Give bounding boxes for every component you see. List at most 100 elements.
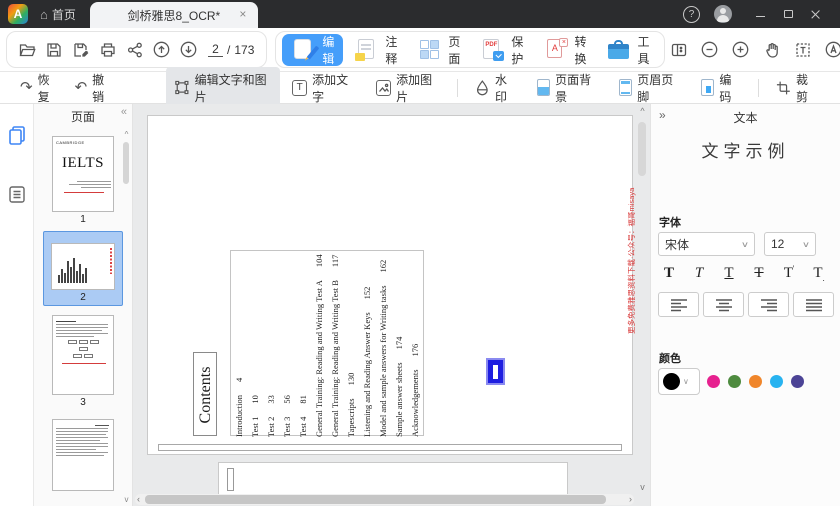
color-swatch[interactable] [791, 375, 804, 388]
color-swatches [707, 368, 804, 395]
header-footer-button[interactable]: 页眉页脚 [611, 67, 689, 109]
add-text-button[interactable]: T 添加文字 [284, 67, 364, 109]
home-icon: ⌂ [40, 6, 48, 22]
maximize-button[interactable] [774, 2, 802, 26]
underline-button[interactable]: T [718, 265, 740, 282]
watermark-button[interactable]: 水印 [467, 67, 525, 109]
page-down-button[interactable] [175, 36, 202, 63]
add-image-button[interactable]: 添加图片 [368, 67, 448, 109]
bates-numbering-button[interactable]: 编码 [693, 67, 749, 109]
save-as-button[interactable] [67, 36, 94, 63]
align-center-button[interactable] [703, 292, 744, 317]
minimize-button[interactable] [746, 2, 774, 26]
color-swatch[interactable] [707, 375, 720, 388]
color-picker[interactable]: ∨ [658, 368, 700, 395]
zoom-in-button[interactable] [727, 36, 754, 63]
vertical-scroll-thumb[interactable] [638, 122, 646, 176]
empty-text-frame[interactable] [158, 444, 622, 451]
thumbnail-scrollbar[interactable]: ^ v [122, 130, 131, 504]
horizontal-scroll-thumb[interactable] [145, 495, 606, 504]
align-justify-button[interactable] [793, 292, 834, 317]
selected-text-object[interactable] [486, 358, 505, 385]
close-window-button[interactable] [802, 2, 830, 26]
collapse-panel-icon[interactable]: « [121, 106, 127, 118]
share-icon[interactable] [121, 36, 148, 63]
pdf-page-2[interactable]: Contents Introduction4 Test 110 Test 233 Te… [147, 115, 636, 455]
ribbon-tab-protect[interactable]: PDF 保护 [471, 34, 532, 66]
page-thumbnail-2-selected[interactable]: 2 [43, 231, 123, 306]
scroll-right-icon[interactable]: › [629, 494, 632, 505]
font-family-select[interactable]: 宋体 ∨ [658, 232, 755, 256]
ribbon-tab-page[interactable]: 页面 [408, 34, 469, 66]
app-logo-icon[interactable]: A [8, 4, 28, 24]
open-file-button[interactable] [13, 36, 40, 63]
contents-title-textbox[interactable]: Contents [193, 352, 217, 436]
thumbnails-panel-header: 页面 « [34, 104, 132, 128]
toc-block-inner: Introduction4 Test 110 Test 233 Test 356 Tes… [231, 251, 425, 437]
color-swatch[interactable] [749, 375, 762, 388]
separator [758, 78, 760, 97]
ribbon-tab-edit[interactable]: 编辑 [282, 33, 344, 66]
ribbon-tab-label: 工具 [637, 34, 650, 66]
align-right-button[interactable] [748, 292, 789, 317]
strikethrough-button[interactable]: T [748, 265, 770, 282]
scroll-up-icon[interactable]: ^ [122, 130, 131, 139]
text-select-tool-icon[interactable] [789, 36, 816, 63]
ribbon-tab-convert[interactable]: A × 转换 [534, 34, 595, 66]
toc-textblock[interactable]: Introduction4 Test 110 Test 233 Test 356 Tes… [230, 250, 425, 437]
format-buttons: T T T T T' T. [658, 264, 830, 283]
toc-entry: Test 356 [282, 395, 292, 437]
vertical-scrollbar[interactable]: ^ v [636, 106, 649, 492]
page-background-button[interactable]: 页面背景 [529, 67, 607, 109]
scroll-up-icon[interactable]: ^ [636, 106, 649, 116]
color-swatch[interactable] [770, 375, 783, 388]
font-size-select[interactable]: 12 ∨ [764, 232, 816, 256]
page-navigator: 2 / 173 [208, 42, 254, 57]
edit-text-image-button[interactable]: 编辑文字和图片 [165, 66, 281, 109]
align-left-button[interactable] [658, 292, 699, 317]
redo-button[interactable]: ↷ 恢复 [12, 68, 67, 108]
pdf-page-3-partial[interactable] [218, 462, 568, 494]
page-thumbnail-4[interactable] [52, 419, 114, 491]
page-up-button[interactable] [148, 36, 175, 63]
italic-button[interactable]: T [688, 265, 710, 282]
page-thumbnail-1[interactable]: CAMBRIDGE IELTS [52, 136, 114, 212]
read-aloud-icon[interactable] [820, 36, 840, 63]
toc-entry: Introduction4 [234, 377, 244, 437]
color-swatch[interactable] [728, 375, 741, 388]
scroll-left-icon[interactable]: ‹ [137, 494, 140, 505]
crop-button[interactable]: 裁剪 [768, 67, 826, 109]
avatar[interactable] [714, 5, 732, 23]
page-thumbnail-2[interactable] [51, 243, 115, 290]
help-button[interactable]: ? [683, 5, 700, 23]
zoom-out-button[interactable] [696, 36, 723, 63]
document-tab[interactable]: 剑桥雅思8_OCR* × [89, 2, 258, 28]
bold-button[interactable]: T [658, 265, 680, 282]
scroll-down-icon[interactable]: v [122, 495, 131, 504]
ribbon-tab-comment[interactable]: 注释 [345, 34, 406, 66]
crop-icon [777, 81, 791, 94]
main-toolbar: 2 / 173 编辑 注释 页面 PDF 保护 A × 转换 工具 [0, 28, 840, 72]
thumbnails-panel-icon[interactable] [6, 124, 28, 151]
panel-toggle-icon[interactable] [665, 36, 692, 63]
scroll-down-icon[interactable]: v [636, 482, 649, 492]
subscript-button[interactable]: T. [808, 265, 830, 283]
font-family-value: 宋体 [665, 237, 690, 252]
hand-tool-icon[interactable] [758, 36, 785, 63]
outline-panel-icon[interactable] [6, 183, 28, 210]
tool-label: 添加图片 [396, 72, 433, 104]
document-canvas[interactable]: Contents Introduction4 Test 110 Test 233 Te… [133, 104, 650, 506]
save-button[interactable] [40, 36, 67, 63]
superscript-button[interactable]: T' [778, 264, 800, 282]
page-thumbnail-3[interactable] [52, 315, 114, 395]
home-tab[interactable]: ⌂ 首页 [36, 6, 90, 23]
close-tab-icon[interactable]: × [236, 7, 250, 21]
ribbon-tab-tools[interactable]: 工具 [597, 34, 658, 66]
undo-label: 撤销 [92, 72, 105, 104]
droplet-icon [477, 80, 488, 96]
tool-label: 编辑文字和图片 [194, 72, 267, 104]
undo-button[interactable]: ↶ 撤销 [67, 68, 122, 108]
print-button[interactable] [94, 36, 121, 63]
current-page-input[interactable]: 2 [208, 42, 223, 57]
horizontal-scrollbar[interactable]: ‹ › [135, 494, 634, 505]
